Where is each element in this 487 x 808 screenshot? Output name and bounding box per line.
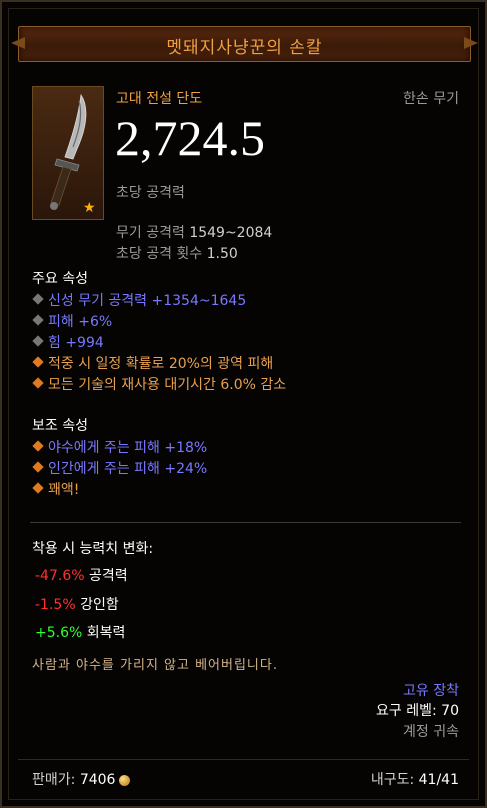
bullet-icon (32, 293, 44, 305)
attack-speed-label: 초당 공격 횟수 (116, 246, 203, 262)
divider (30, 522, 461, 523)
stat-change-row: -1.5% 강인함 (35, 597, 119, 613)
bullet-icon (32, 356, 44, 368)
gold-coin-icon (119, 774, 131, 786)
item-slot: 한손 무기 (403, 91, 459, 107)
primary-heading: 주요 속성 (32, 271, 88, 287)
sell-price: 판매가: 7406 (32, 769, 131, 789)
bullet-icon (32, 335, 44, 347)
sell-price-value: 7406 (79, 772, 116, 788)
bullet-icon (32, 377, 44, 389)
stat-change-row: +5.6% 회복력 (35, 625, 126, 641)
account-bound: 계정 귀속 (403, 724, 459, 740)
primary-affix: 모든 기술의 재사용 대기시간 6.0% 감소 (32, 374, 286, 394)
primary-affix: 적중 시 일정 확률로 20%의 광역 피해 (32, 353, 273, 373)
secondary-affix: 야수에게 주는 피해 +18% (32, 437, 207, 457)
tooltip-footer: 판매가: 7406 내구도: 41/41 (18, 759, 469, 796)
stat-change-row: -47.6% 공격력 (35, 568, 128, 584)
weapon-damage-label: 무기 공격력 (116, 225, 185, 241)
item-type: 고대 전설 단도 (116, 91, 203, 107)
dps-label: 초당 공격력 (116, 185, 185, 201)
bullet-icon (32, 440, 44, 452)
item-name: 멧돼지사냥꾼의 손칼 (166, 38, 323, 58)
secondary-affix: 꽤액! (32, 479, 79, 499)
item-title-bar: 멧돼지사냥꾼의 손칼 (11, 26, 478, 62)
unique-equipped: 고유 장착 (403, 683, 459, 699)
primary-affix: 힘 +994 (32, 332, 104, 352)
secondary-heading: 보조 속성 (32, 418, 88, 434)
item-tooltip: 멧돼지사냥꾼의 손칼 ★ 고대 전설 단도 한손 무기 2,724.5 초당 공… (0, 0, 487, 808)
weapon-damage-line: 무기 공격력 1549~2084 (116, 222, 272, 242)
item-icon-frame[interactable]: ★ (32, 86, 104, 220)
dps-value: 2,724.5 (115, 110, 265, 166)
weapon-damage-value: 1549~2084 (189, 225, 273, 241)
durability-value: 41/41 (418, 772, 459, 788)
attack-speed-value: 1.50 (206, 246, 238, 262)
primary-affix: 신성 무기 공격력 +1354~1645 (32, 290, 246, 310)
bullet-icon (32, 482, 44, 494)
flavor-text: 사람과 야수를 가리지 않고 베어버립니다. (32, 658, 278, 673)
durability: 내구도: 41/41 (370, 772, 459, 788)
attack-speed-line: 초당 공격 횟수 1.50 (116, 243, 238, 263)
primary-affix: 피해 +6% (32, 311, 112, 331)
secondary-affix: 인간에게 주는 피해 +24% (32, 458, 207, 478)
required-level: 요구 레벨: 70 (376, 703, 459, 719)
bullet-icon (32, 461, 44, 473)
stat-change-heading: 착용 시 능력치 변화: (32, 541, 154, 557)
ancient-star-icon: ★ (83, 200, 96, 216)
bullet-icon (32, 314, 44, 326)
